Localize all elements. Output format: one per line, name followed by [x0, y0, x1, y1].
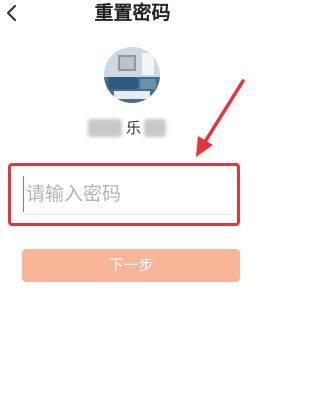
input-underline	[23, 214, 237, 215]
nav-header: 重置密码	[0, 0, 265, 28]
page-title: 重置密码	[94, 2, 171, 24]
profile-photo	[104, 47, 160, 103]
password-field-highlight	[8, 163, 240, 226]
next-step-button[interactable]: 下一步	[22, 249, 240, 282]
username-visible-text: 乐	[126, 119, 142, 137]
username: 乐	[88, 117, 178, 139]
username-blur-left	[88, 119, 122, 137]
username-blur-right	[144, 119, 166, 137]
password-input[interactable]	[23, 176, 238, 212]
avatar	[104, 47, 160, 103]
